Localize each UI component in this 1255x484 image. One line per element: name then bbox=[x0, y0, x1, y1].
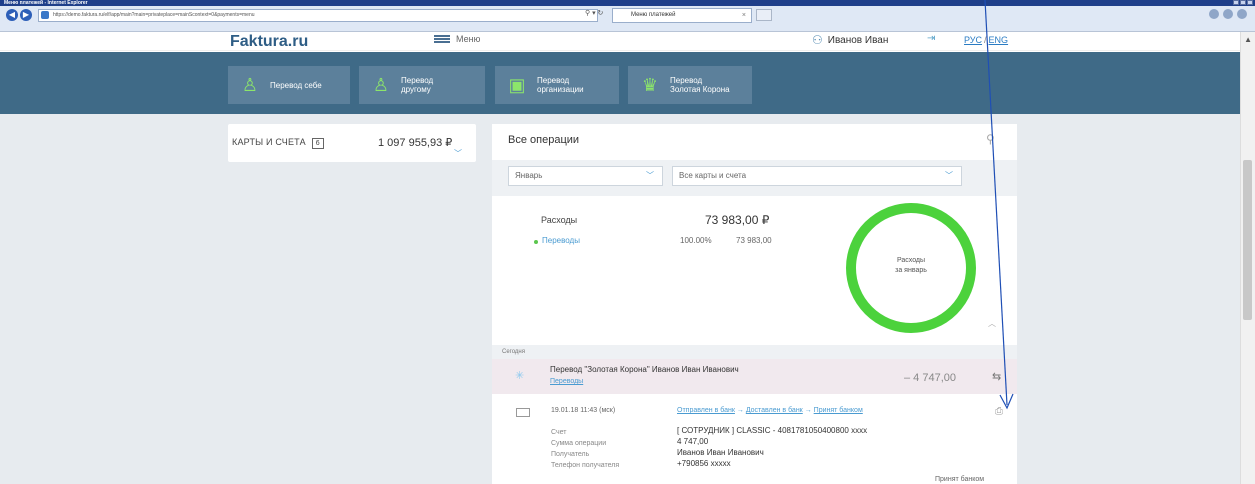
transaction-title: Перевод "Золотая Корона" Иванов Иван Ива… bbox=[550, 365, 739, 374]
detail-label: Счет bbox=[551, 429, 567, 436]
logo[interactable]: Faktura.ru bbox=[230, 33, 308, 51]
detail-label: Телефон получателя bbox=[551, 462, 620, 469]
detail-value: 4 747,00 bbox=[677, 437, 709, 446]
user-name: Иванов Иван bbox=[827, 34, 889, 46]
detail-footer-status: Принят банком bbox=[935, 476, 985, 483]
site-favicon-icon bbox=[41, 11, 49, 19]
user-icon: ⚇ bbox=[812, 33, 823, 47]
menu-button[interactable]: Меню bbox=[434, 34, 480, 44]
chevron-up-icon[interactable]: ︿ bbox=[988, 318, 996, 329]
tab-close-icon[interactable]: × bbox=[742, 9, 746, 22]
scroll-up-icon[interactable]: ▲ bbox=[1244, 35, 1252, 44]
status-sent[interactable]: Отправлен в банк bbox=[677, 407, 735, 414]
action-transfer-golden-crown[interactable]: ♛ Перевод Золотая Корона bbox=[628, 66, 752, 104]
detail-labels: Счет Сумма операции Получатель Телефон п… bbox=[551, 427, 619, 471]
detail-value: Иванов Иван Иванович bbox=[677, 448, 764, 457]
address-bar[interactable]: https://demo.faktura.ru/elf/app/main?mai… bbox=[38, 9, 598, 22]
gear-icon[interactable] bbox=[1237, 9, 1247, 19]
menu-label: Меню bbox=[456, 34, 481, 44]
cards-total-amount: 1 097 955,93 ₽ bbox=[378, 137, 453, 149]
month-select-value: Январь bbox=[515, 171, 543, 180]
new-tab-button[interactable] bbox=[756, 9, 772, 21]
lang-en-link[interactable]: ENG bbox=[989, 35, 1009, 45]
scrollbar-thumb[interactable] bbox=[1243, 160, 1252, 320]
user-profile[interactable]: ⚇ Иванов Иван bbox=[812, 33, 888, 47]
maximize-icon[interactable] bbox=[1240, 0, 1246, 5]
today-label: Сегодня bbox=[502, 349, 525, 355]
persons-icon: ♙ bbox=[372, 74, 390, 95]
donut-label: Расходы за январь bbox=[846, 256, 976, 276]
action-label: Перевод себе bbox=[270, 80, 322, 90]
detail-value: [ СОТРУДНИК ] CLASSIC - 4081781050400800… bbox=[677, 426, 868, 435]
today-header bbox=[492, 345, 1017, 359]
spinner-icon: ✳ bbox=[515, 370, 525, 382]
transaction-status: Отправлен в банк → Доставлен в банк → Пр… bbox=[677, 407, 863, 414]
action-transfer-self[interactable]: ♙ Перевод себе bbox=[228, 66, 350, 104]
status-accepted[interactable]: Принят банком bbox=[814, 407, 863, 414]
transaction-time: 19.01.18 11:43 (мск) bbox=[551, 407, 616, 414]
status-arrow: → bbox=[736, 407, 744, 414]
browser-tab[interactable]: Меню платежей × bbox=[612, 8, 752, 23]
briefcase-icon: ▣ bbox=[508, 74, 526, 95]
minimize-icon[interactable] bbox=[1233, 0, 1239, 5]
detail-label: Сумма операции bbox=[551, 440, 607, 447]
browser-tools[interactable] bbox=[1209, 9, 1247, 19]
transaction-amount: – 4 747,00 bbox=[904, 372, 956, 384]
accounts-select[interactable]: Все карты и счета ﹀ bbox=[672, 166, 962, 186]
detail-value: +790856 xxxxx bbox=[677, 459, 731, 468]
forward-icon[interactable]: ▶ bbox=[20, 9, 32, 21]
action-label: Перевод Золотая Корона bbox=[670, 76, 730, 94]
logout-icon[interactable]: ⇥ bbox=[927, 33, 935, 44]
category-percent: 100.00% bbox=[680, 236, 712, 245]
search-icon[interactable]: ⚲ bbox=[986, 132, 995, 146]
crown-icon: ♛ bbox=[641, 74, 659, 95]
status-delivered[interactable]: Доставлен в банк bbox=[746, 407, 803, 414]
address-search-icon[interactable]: ⚲ ▾ ↻ bbox=[585, 9, 603, 17]
legend-dot bbox=[534, 240, 538, 244]
action-transfer-organization[interactable]: ▣ Перевод организации bbox=[495, 66, 619, 104]
hamburger-icon bbox=[434, 35, 450, 43]
donut-line2: за январь bbox=[895, 267, 927, 274]
tab-title: Меню платежей bbox=[631, 12, 676, 18]
month-select[interactable]: Январь ﹀ bbox=[508, 166, 663, 186]
person-icon: ♙ bbox=[241, 74, 259, 95]
print-icon[interactable]: ⎙ bbox=[995, 406, 1003, 417]
chevron-down-icon: ﹀ bbox=[646, 171, 654, 180]
site-header bbox=[0, 32, 1240, 51]
cards-count-badge: 6 bbox=[311, 138, 324, 149]
accounts-select-value: Все карты и счета bbox=[679, 171, 747, 180]
lang-separator: / bbox=[984, 35, 987, 45]
status-arrow: → bbox=[804, 407, 812, 414]
category-amount: 73 983,00 bbox=[736, 236, 772, 245]
chevron-down-icon: ﹀ bbox=[945, 171, 953, 180]
category-link[interactable]: Переводы bbox=[542, 236, 580, 245]
actions-band bbox=[0, 52, 1240, 114]
repeat-transfer-icon[interactable]: ⇆ bbox=[992, 370, 1001, 383]
donut-line1: Расходы bbox=[896, 257, 926, 264]
expenses-label: Расходы bbox=[541, 215, 578, 225]
favorites-icon[interactable] bbox=[1223, 9, 1233, 19]
detail-label: Получатель bbox=[551, 451, 590, 458]
home-icon[interactable] bbox=[1209, 9, 1219, 19]
transaction-category-link[interactable]: Переводы bbox=[550, 378, 583, 385]
cards-title-text: КАРТЫ И СЧЕТА bbox=[232, 137, 306, 147]
back-icon[interactable]: ◀ bbox=[6, 9, 18, 21]
lang-ru-link[interactable]: РУС bbox=[964, 35, 982, 45]
card-icon bbox=[516, 408, 530, 417]
action-transfer-other[interactable]: ♙ Перевод другому bbox=[359, 66, 485, 104]
cards-title: КАРТЫ И СЧЕТА 6 bbox=[232, 137, 324, 149]
action-label: Перевод организации bbox=[537, 76, 584, 94]
detail-values: [ СОТРУДНИК ] CLASSIC - 4081781050400800… bbox=[677, 425, 867, 469]
close-icon[interactable] bbox=[1247, 0, 1253, 5]
chevron-down-icon[interactable]: ﹀ bbox=[454, 148, 462, 159]
action-label: Перевод другому bbox=[401, 76, 434, 94]
expenses-amount: 73 983,00 ₽ bbox=[705, 213, 770, 227]
operations-title: Все операции bbox=[508, 134, 580, 146]
language-switch: РУС / ENG bbox=[964, 35, 1008, 45]
